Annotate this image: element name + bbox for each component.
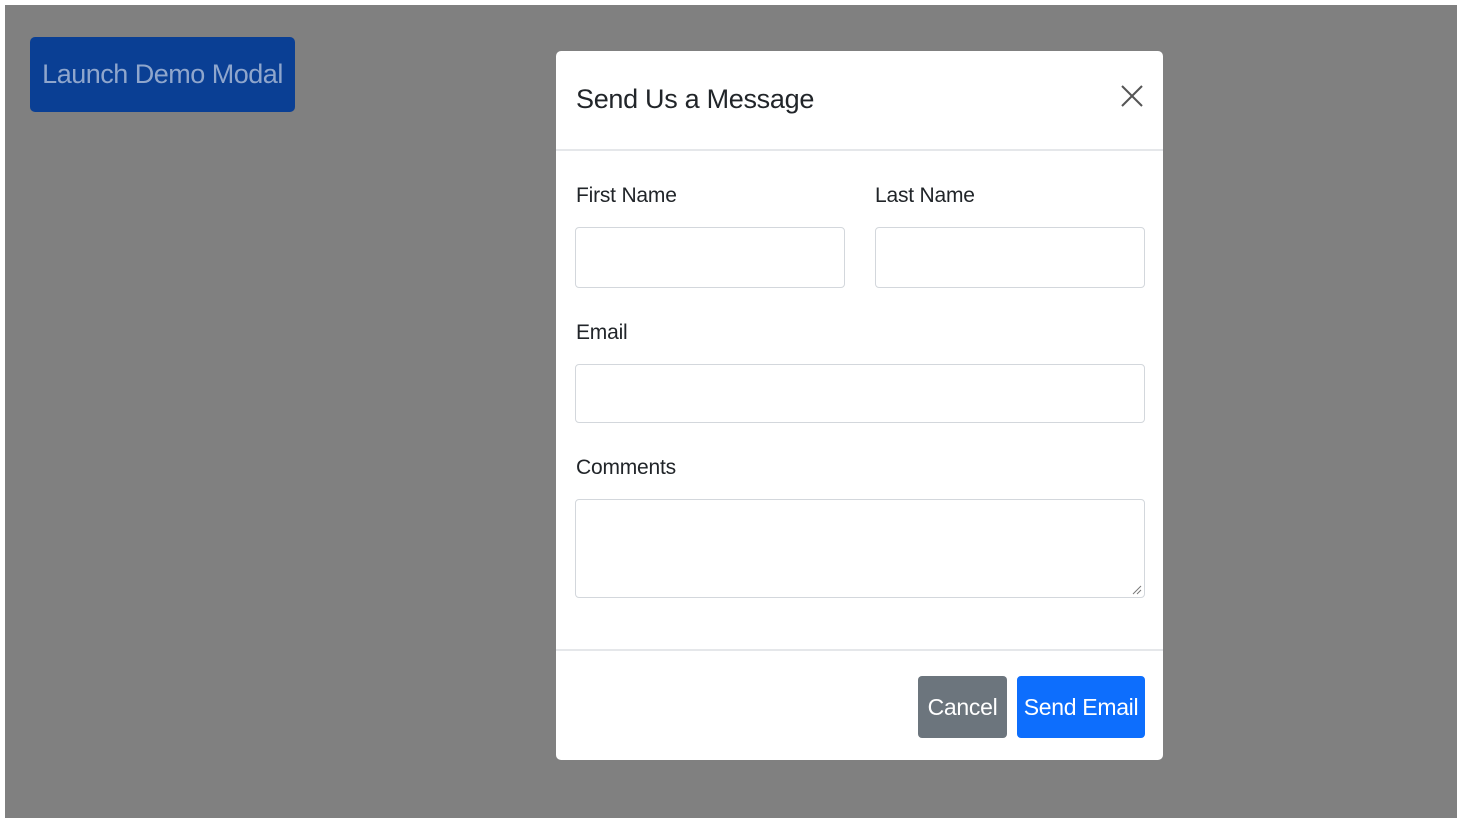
- modal-title: Send Us a Message: [576, 84, 815, 114]
- modal-header: Send Us a Message: [556, 51, 1163, 151]
- first-name-input[interactable]: [576, 228, 844, 287]
- email-field-wrapper: [575, 364, 1145, 423]
- close-icon: [1121, 85, 1143, 107]
- first-name-field-wrapper: [575, 227, 845, 288]
- modal-footer: Cancel Send Email: [556, 649, 1163, 760]
- resize-handle-icon[interactable]: [1130, 583, 1142, 595]
- close-button[interactable]: [1117, 81, 1147, 111]
- last-name-input[interactable]: [876, 228, 1144, 287]
- email-input[interactable]: [576, 365, 1144, 422]
- comments-label: Comments: [576, 456, 676, 479]
- launch-demo-modal-button[interactable]: Launch Demo Modal: [30, 37, 295, 112]
- modal-backdrop[interactable]: Launch Demo Modal Send Us a Message Firs…: [5, 5, 1457, 818]
- comments-textarea[interactable]: [576, 500, 1144, 597]
- last-name-field-wrapper: [875, 227, 1145, 288]
- send-email-button[interactable]: Send Email: [1017, 676, 1145, 738]
- contact-modal: Send Us a Message First Name Last Name E…: [556, 51, 1163, 760]
- first-name-label: First Name: [576, 184, 677, 207]
- comments-field-wrapper: [575, 499, 1145, 598]
- cancel-button[interactable]: Cancel: [918, 676, 1007, 738]
- email-label: Email: [576, 321, 628, 344]
- last-name-label: Last Name: [875, 184, 975, 207]
